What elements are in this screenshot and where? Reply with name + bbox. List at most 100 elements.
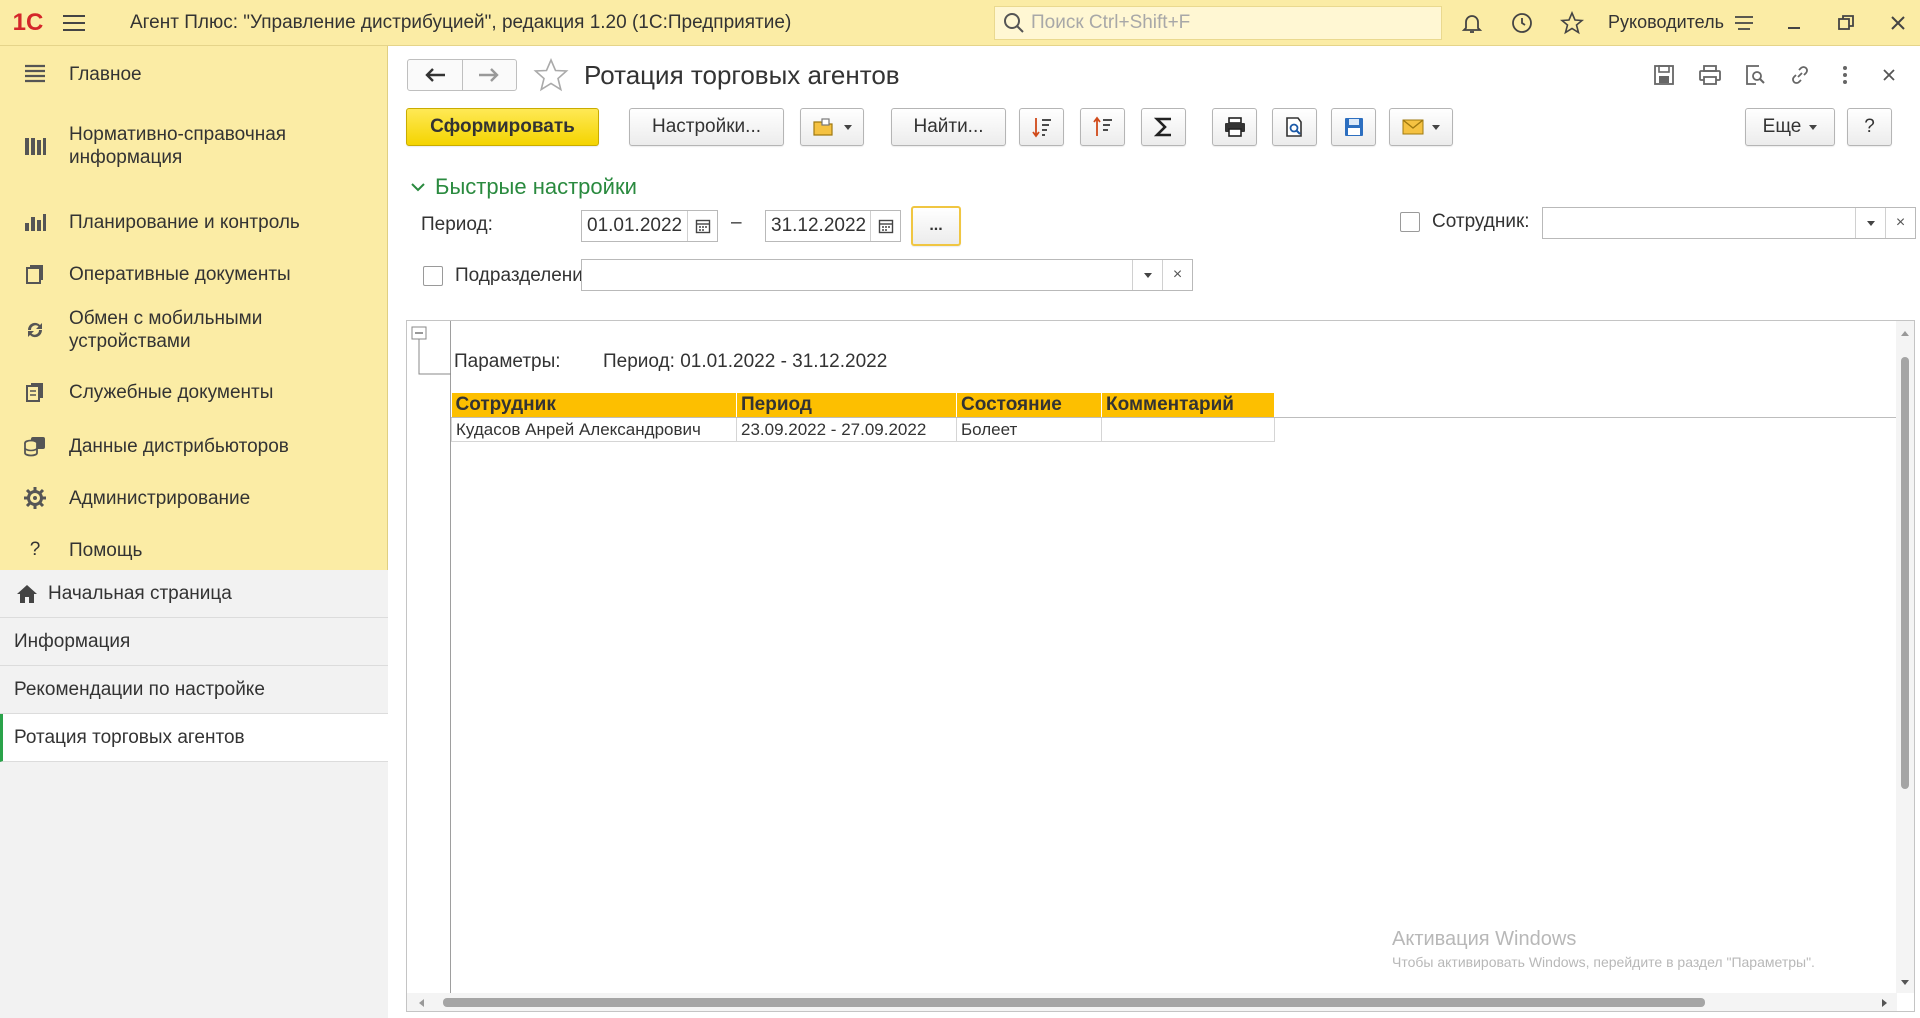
period-start-input[interactable] xyxy=(582,215,687,237)
employee-label: Сотрудник: xyxy=(1432,211,1530,232)
calendar-icon[interactable] xyxy=(687,211,717,241)
close-form-icon[interactable] xyxy=(1876,62,1902,88)
find-button[interactable]: Найти... xyxy=(891,108,1006,146)
print-form-icon[interactable] xyxy=(1697,62,1723,88)
preview-icon[interactable] xyxy=(1742,62,1768,88)
scroll-up-icon[interactable] xyxy=(1900,329,1910,337)
sidebar-item-planning[interactable]: Планирование и контроль xyxy=(0,194,388,250)
current-user[interactable]: Руководитель xyxy=(1608,12,1724,33)
dropdown-icon[interactable] xyxy=(1132,260,1162,290)
sort-desc-button[interactable] xyxy=(1019,108,1064,146)
restore-icon[interactable] xyxy=(1832,9,1860,37)
help-button[interactable]: ? xyxy=(1847,108,1892,146)
save-button[interactable] xyxy=(1331,108,1376,146)
chevron-down-icon xyxy=(1809,124,1818,130)
department-input[interactable] xyxy=(582,264,1132,286)
books-icon xyxy=(22,133,48,159)
search-icon xyxy=(1004,13,1024,33)
print-button[interactable] xyxy=(1212,108,1257,146)
preview-button[interactable] xyxy=(1272,108,1317,146)
clear-icon[interactable]: × xyxy=(1162,260,1192,290)
sidebar-item-label: Служебные документы xyxy=(69,381,274,403)
open-window-info[interactable]: Информация xyxy=(0,618,388,666)
employee-field[interactable]: × xyxy=(1542,207,1916,239)
sort-asc-button[interactable] xyxy=(1080,108,1125,146)
quick-settings-toggle[interactable]: Быстрые настройки xyxy=(409,174,637,200)
column-header-period[interactable]: Период xyxy=(736,393,957,418)
column-header-status[interactable]: Состояние xyxy=(956,393,1102,418)
sidebar-item-label: Оперативные документы xyxy=(69,263,291,285)
sidebar-item-administration[interactable]: Администрирование xyxy=(0,470,388,526)
bell-icon[interactable] xyxy=(1458,9,1486,37)
sidebar-item-label: Обмен с мобильными устройствами xyxy=(69,308,263,352)
department-field[interactable]: × xyxy=(581,259,1193,291)
employee-checkbox[interactable] xyxy=(1400,212,1420,232)
sidebar-item-reference[interactable]: Нормативно-справочная информация xyxy=(0,112,388,180)
sum-button[interactable] xyxy=(1141,108,1186,146)
app-title: Агент Плюс: "Управление дистрибуцией", р… xyxy=(130,11,792,33)
sidebar-item-label: Планирование и контроль xyxy=(69,211,300,233)
period-start-field[interactable] xyxy=(581,210,718,242)
column-header-employee[interactable]: Сотрудник xyxy=(451,393,737,418)
menu-lines-icon xyxy=(22,61,48,87)
clear-icon[interactable]: × xyxy=(1885,208,1915,238)
vertical-scrollbar[interactable] xyxy=(1896,321,1914,993)
sidebar-item-label: Администрирование xyxy=(69,487,251,509)
scroll-down-icon[interactable] xyxy=(1900,979,1910,987)
variants-button[interactable] xyxy=(800,108,864,146)
cell-employee[interactable]: Кудасов Анрей Александрович xyxy=(451,417,737,442)
generate-button[interactable]: Сформировать xyxy=(406,108,599,146)
column-header-comment[interactable]: Комментарий xyxy=(1101,393,1275,418)
open-window-recommendations[interactable]: Рекомендации по настройке xyxy=(0,666,388,714)
sidebar-item-distributor-data[interactable]: Данные дистрибьюторов xyxy=(0,418,388,474)
arrow-left-icon xyxy=(425,68,445,82)
scroll-right-icon[interactable] xyxy=(1881,998,1889,1008)
global-search[interactable] xyxy=(994,6,1442,40)
cell-period[interactable]: 23.09.2022 - 27.09.2022 xyxy=(736,417,957,442)
department-checkbox[interactable] xyxy=(423,266,443,286)
back-button[interactable] xyxy=(408,60,462,90)
history-icon[interactable] xyxy=(1508,9,1536,37)
main-menu-icon[interactable] xyxy=(56,0,92,46)
report-spreadsheet[interactable]: Параметры: Период: 01.01.2022 - 31.12.20… xyxy=(406,320,1915,1012)
calendar-icon[interactable] xyxy=(870,211,900,241)
send-email-button[interactable] xyxy=(1389,108,1453,146)
report-form: Ротация торговых агентов Сформировать На… xyxy=(389,46,1920,1018)
period-select-button[interactable]: ... xyxy=(911,206,961,246)
more-vertical-icon[interactable] xyxy=(1832,62,1858,88)
open-window-home[interactable]: Начальная страница xyxy=(0,570,388,618)
sync-icon xyxy=(22,317,48,343)
horizontal-scroll-thumb[interactable] xyxy=(443,998,1705,1007)
forward-button[interactable] xyxy=(461,60,516,90)
settings-button[interactable]: Настройки... xyxy=(629,108,784,146)
chevron-down-icon xyxy=(1432,124,1440,130)
horizontal-scrollbar[interactable] xyxy=(407,993,1897,1011)
close-app-icon[interactable] xyxy=(1884,9,1912,37)
favorites-star-icon[interactable] xyxy=(1558,9,1586,37)
sidebar-item-mobile-exchange[interactable]: Обмен с мобильными устройствами xyxy=(0,294,388,366)
period-end-field[interactable] xyxy=(765,210,901,242)
dropdown-icon[interactable] xyxy=(1855,208,1885,238)
period-end-input[interactable] xyxy=(766,215,870,237)
employee-input[interactable] xyxy=(1543,212,1855,234)
sidebar-item-service-docs[interactable]: Служебные документы xyxy=(0,364,388,420)
link-icon[interactable] xyxy=(1787,62,1813,88)
params-value: Период: 01.01.2022 - 31.12.2022 xyxy=(603,351,888,372)
question-icon: ? xyxy=(29,539,41,560)
vertical-scroll-thumb[interactable] xyxy=(1901,357,1909,789)
scroll-left-icon[interactable] xyxy=(417,998,425,1008)
1c-logo[interactable]: 1С xyxy=(0,0,56,46)
more-button[interactable]: Еще xyxy=(1745,108,1835,146)
settings-lines-icon[interactable] xyxy=(1730,9,1758,37)
save-form-icon[interactable] xyxy=(1651,62,1677,88)
favorite-star-icon[interactable] xyxy=(533,57,569,98)
open-window-agent-rotation[interactable]: Ротация торговых агентов xyxy=(0,714,388,762)
minimize-icon[interactable] xyxy=(1780,9,1808,37)
cell-status[interactable]: Болеет xyxy=(956,417,1102,442)
cell-comment[interactable] xyxy=(1101,417,1275,442)
search-input[interactable] xyxy=(1031,12,1431,34)
chevron-down-icon xyxy=(411,183,425,192)
collapse-group-icon[interactable] xyxy=(409,324,451,376)
windows-activation-title: Активация Windows xyxy=(1392,928,1577,950)
sidebar-item-main[interactable]: Главное xyxy=(0,46,388,102)
